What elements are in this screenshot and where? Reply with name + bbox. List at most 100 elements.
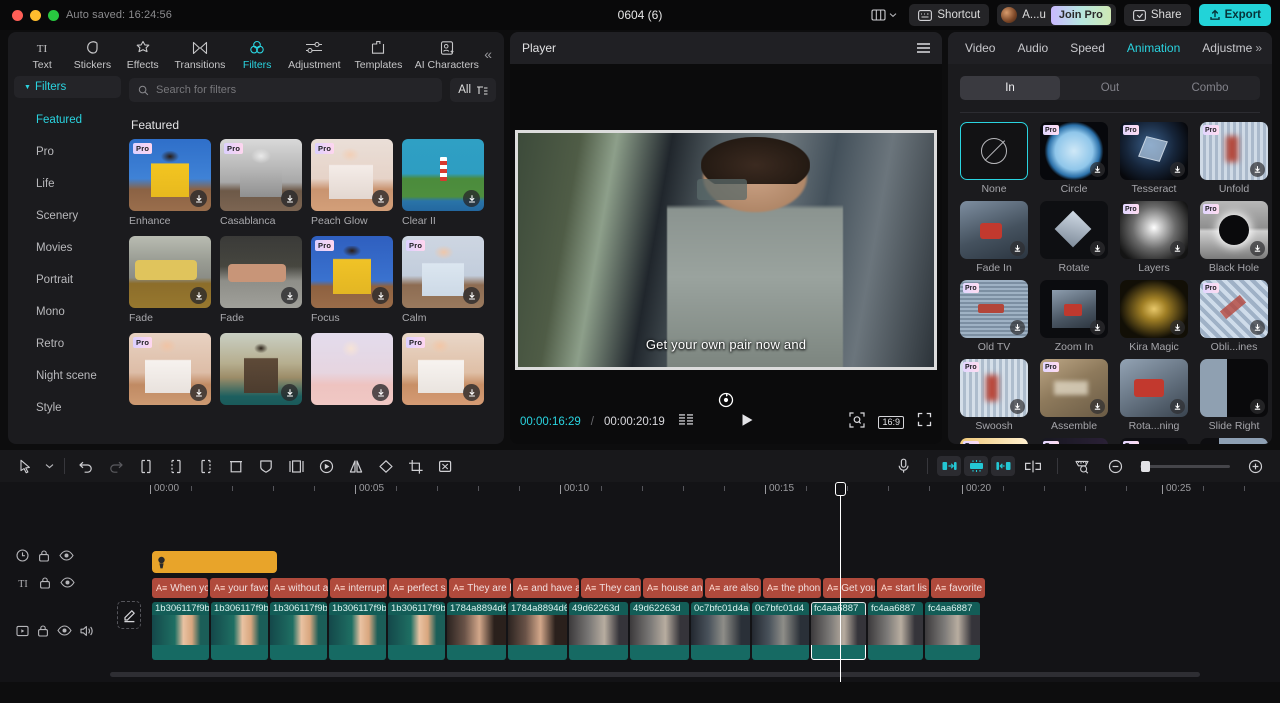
crop-handle-right[interactable] (934, 130, 937, 370)
download-icon[interactable] (1090, 320, 1105, 335)
download-icon[interactable] (372, 287, 389, 304)
video-clip[interactable]: 0c7bfc01d4 (752, 602, 809, 660)
crop-handle-bottom[interactable] (515, 367, 937, 370)
filter-thumbnail[interactable]: Pro (402, 236, 484, 308)
sidebar-item-movies[interactable]: Movies (14, 232, 121, 264)
filter-thumbnail[interactable]: Pro (129, 139, 211, 211)
tab-audio[interactable]: Audio (1006, 32, 1059, 64)
keyframe-clip[interactable] (152, 551, 277, 573)
download-icon[interactable] (281, 190, 298, 207)
text-clip[interactable]: A≡ your favo (210, 578, 268, 598)
join-pro-badge[interactable]: Join Pro (1050, 5, 1111, 25)
tab-animation[interactable]: Animation (1116, 32, 1191, 64)
crop-frame-icon[interactable] (281, 454, 311, 478)
select-icon[interactable] (10, 454, 40, 478)
crop-handle-left[interactable] (515, 130, 518, 370)
rotate-control[interactable] (510, 392, 942, 408)
animation-item[interactable]: Rota...ning (1120, 359, 1188, 432)
zoom-fit-icon[interactable] (849, 411, 866, 433)
tool-tab-filters[interactable]: Filters (233, 36, 281, 71)
animation-item[interactable]: Rotate (1040, 201, 1108, 274)
download-icon[interactable] (190, 190, 207, 207)
filter-sort-button[interactable]: All (450, 78, 496, 102)
download-icon[interactable] (463, 287, 480, 304)
download-icon[interactable] (372, 190, 389, 207)
text-clip[interactable]: A≡ without a (270, 578, 328, 598)
animation-item[interactable]: Pro (1120, 438, 1188, 444)
tab-speed[interactable]: Speed (1059, 32, 1116, 64)
zoom-out-icon[interactable] (1100, 454, 1130, 478)
animation-thumbnail-swoosh[interactable]: Pro (960, 359, 1028, 417)
animation-item[interactable]: Pro Unfold (1200, 122, 1268, 195)
filter-item[interactable]: Pro (402, 333, 484, 409)
filter-thumbnail[interactable]: Pro (311, 139, 393, 211)
animation-thumbnail-partial[interactable] (1200, 438, 1268, 444)
mirror-icon[interactable] (341, 454, 371, 478)
segment-out[interactable]: Out (1060, 76, 1160, 100)
auto-cut-right-icon[interactable] (991, 456, 1015, 476)
text-clip[interactable]: A≡ They can (581, 578, 641, 598)
animation-thumbnail-fade-in[interactable] (960, 201, 1028, 259)
sidebar-item-pro[interactable]: Pro (14, 136, 121, 168)
filter-thumbnail[interactable]: Pro (311, 236, 393, 308)
download-icon[interactable] (1090, 241, 1105, 256)
filter-item[interactable]: Fade (220, 236, 302, 324)
animation-thumbnail-black-hole[interactable]: Pro (1200, 201, 1268, 259)
text-clip[interactable]: A≡ house an (643, 578, 703, 598)
text-clip[interactable]: A≡ They are l (449, 578, 511, 598)
mic-icon[interactable] (888, 454, 918, 478)
download-icon[interactable] (1090, 399, 1105, 414)
play-icon[interactable] (741, 413, 754, 432)
filter-item[interactable] (220, 333, 302, 409)
tool-tab-text[interactable]: TI Text (18, 36, 66, 71)
video-clip[interactable]: 1b306117f9b (329, 602, 386, 660)
filter-thumbnail[interactable] (220, 236, 302, 308)
text-clip[interactable]: A≡ Get you (823, 578, 875, 598)
animation-thumbnail-old-tv[interactable]: Pro (960, 280, 1028, 338)
keyframe-icon[interactable] (311, 454, 341, 478)
tab-adjustment[interactable]: Adjustment (1191, 32, 1253, 64)
chevron-double-right-icon[interactable]: » (1255, 41, 1266, 55)
animation-thumbnail-partial[interactable]: Pro (1040, 438, 1108, 444)
video-clip[interactable]: fc4aa6887 (925, 602, 980, 660)
download-icon[interactable] (1250, 162, 1265, 177)
animation-thumbnail-tesseract[interactable]: Pro (1120, 122, 1188, 180)
animation-thumbnail-zoom-in[interactable] (1040, 280, 1108, 338)
download-icon[interactable] (1170, 320, 1185, 335)
text-clip[interactable]: A≡ interrupt (330, 578, 387, 598)
edit-pen-button[interactable] (117, 601, 141, 629)
export-button[interactable]: Export (1198, 4, 1271, 26)
zoom-in-icon[interactable] (1240, 454, 1270, 478)
download-icon[interactable] (281, 384, 298, 401)
animation-item[interactable]: Pro Assemble (1040, 359, 1108, 432)
download-icon[interactable] (1170, 399, 1185, 414)
zoom-slider-knob[interactable] (1141, 460, 1150, 472)
undo-icon[interactable] (71, 454, 101, 478)
window-controls[interactable] (12, 9, 59, 21)
close-window-icon[interactable] (12, 9, 23, 21)
sidebar-item-life[interactable]: Life (14, 168, 121, 200)
text-clip[interactable]: A≡ the phon (763, 578, 821, 598)
text-clip[interactable]: A≡ perfect s (389, 578, 447, 598)
split-icon[interactable] (191, 454, 221, 478)
filter-thumbnail[interactable] (402, 139, 484, 211)
sidebar-item-retro[interactable]: Retro (14, 328, 121, 360)
video-clip[interactable]: 49d62263d (630, 602, 689, 660)
animation-item[interactable]: Pro Black Hole (1200, 201, 1268, 274)
download-icon[interactable] (1250, 241, 1265, 256)
layout-button[interactable] (867, 9, 901, 21)
aspect-ratio-button[interactable]: 16:9 (878, 415, 904, 429)
filter-item[interactable]: Fade (129, 236, 211, 324)
tool-tab-effects[interactable]: Effects (119, 36, 167, 71)
playhead[interactable] (835, 482, 846, 682)
minimize-window-icon[interactable] (30, 9, 41, 21)
timeline-ruler[interactable]: 00:00 00:05 00:10 00:15 00:20 00:25 (0, 482, 1280, 504)
fullscreen-icon[interactable] (917, 412, 932, 432)
chevron-down-icon[interactable] (40, 454, 58, 478)
filter-thumbnail[interactable]: Pro (402, 333, 484, 405)
animation-item[interactable] (1200, 438, 1268, 444)
sidebar-item-mono[interactable]: Mono (14, 296, 121, 328)
text-clip[interactable]: A≡ favorite (931, 578, 985, 598)
filter-item[interactable] (311, 333, 393, 409)
download-icon[interactable] (281, 287, 298, 304)
